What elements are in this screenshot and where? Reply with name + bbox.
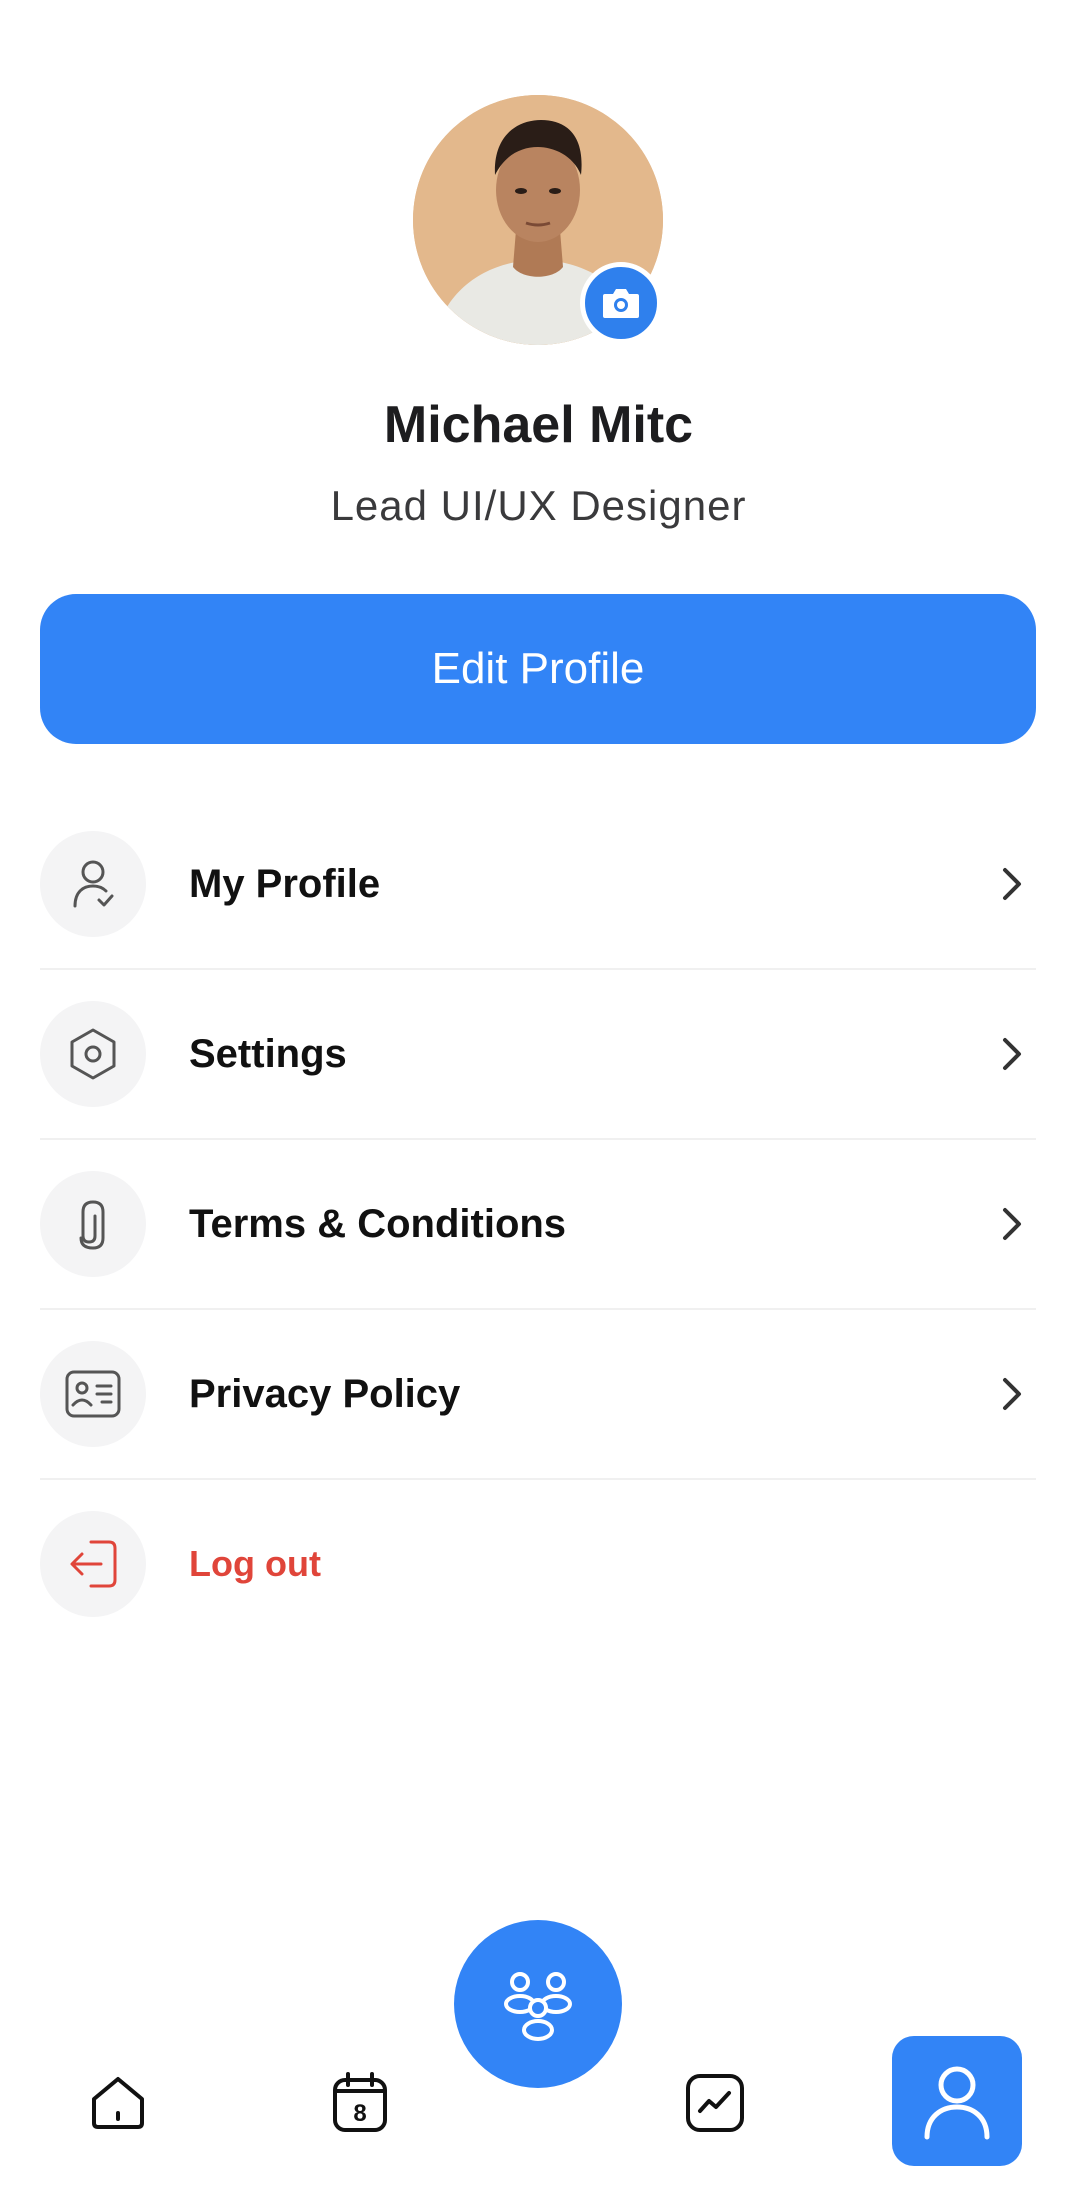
nav-stats-button[interactable]	[650, 2038, 780, 2168]
calendar-day: 8	[353, 2100, 366, 2127]
menu-item-label: Settings	[189, 1031, 347, 1076]
logout-label: Log out	[189, 1543, 321, 1584]
camera-icon	[603, 289, 639, 318]
icon-circle	[40, 1511, 146, 1617]
menu-item-label: Terms & Conditions	[189, 1201, 567, 1246]
menu-item-logout[interactable]: Log out	[40, 1480, 1036, 1648]
id-card-icon	[65, 1370, 121, 1418]
settings-hexagon-icon	[70, 1028, 116, 1080]
profile-menu: My Profile Settings Terms & Conditions P…	[40, 800, 1036, 1648]
menu-item-my-profile[interactable]: My Profile	[40, 800, 1036, 970]
chevron-right-icon	[1003, 1378, 1021, 1410]
team-fab-button[interactable]	[454, 1920, 622, 2088]
nav-profile-button[interactable]	[892, 2036, 1022, 2166]
avatar-container	[413, 95, 663, 345]
nav-home-button[interactable]	[53, 2038, 183, 2168]
paperclip-icon	[79, 1200, 105, 1250]
chevron-right-icon	[1003, 868, 1021, 900]
calendar-icon: 8	[333, 2072, 387, 2132]
icon-circle	[40, 1341, 146, 1447]
change-photo-button[interactable]	[580, 262, 662, 344]
menu-item-settings[interactable]: Settings	[40, 970, 1036, 1140]
nav-calendar-button[interactable]: 8	[295, 2038, 425, 2168]
user-check-icon	[73, 860, 114, 908]
icon-circle	[40, 831, 146, 937]
icon-circle	[40, 1171, 146, 1277]
profile-icon	[924, 2066, 990, 2140]
profile-name: Michael Mitc	[383, 396, 694, 454]
menu-item-privacy[interactable]: Privacy Policy	[40, 1310, 1036, 1480]
edit-profile-button[interactable]: Edit Profile	[40, 594, 1036, 744]
menu-item-label: Privacy Policy	[189, 1371, 461, 1416]
menu-item-label: My Profile	[189, 861, 381, 906]
logout-icon	[70, 1540, 117, 1588]
menu-item-terms[interactable]: Terms & Conditions	[40, 1140, 1036, 1310]
chevron-right-icon	[1003, 1038, 1021, 1070]
chart-icon	[686, 2074, 744, 2132]
icon-circle	[40, 1001, 146, 1107]
profile-role: Lead UI/UX Designer	[330, 482, 747, 529]
team-icon	[504, 1972, 572, 2041]
home-icon	[92, 2077, 144, 2129]
chevron-right-icon	[1003, 1208, 1021, 1240]
